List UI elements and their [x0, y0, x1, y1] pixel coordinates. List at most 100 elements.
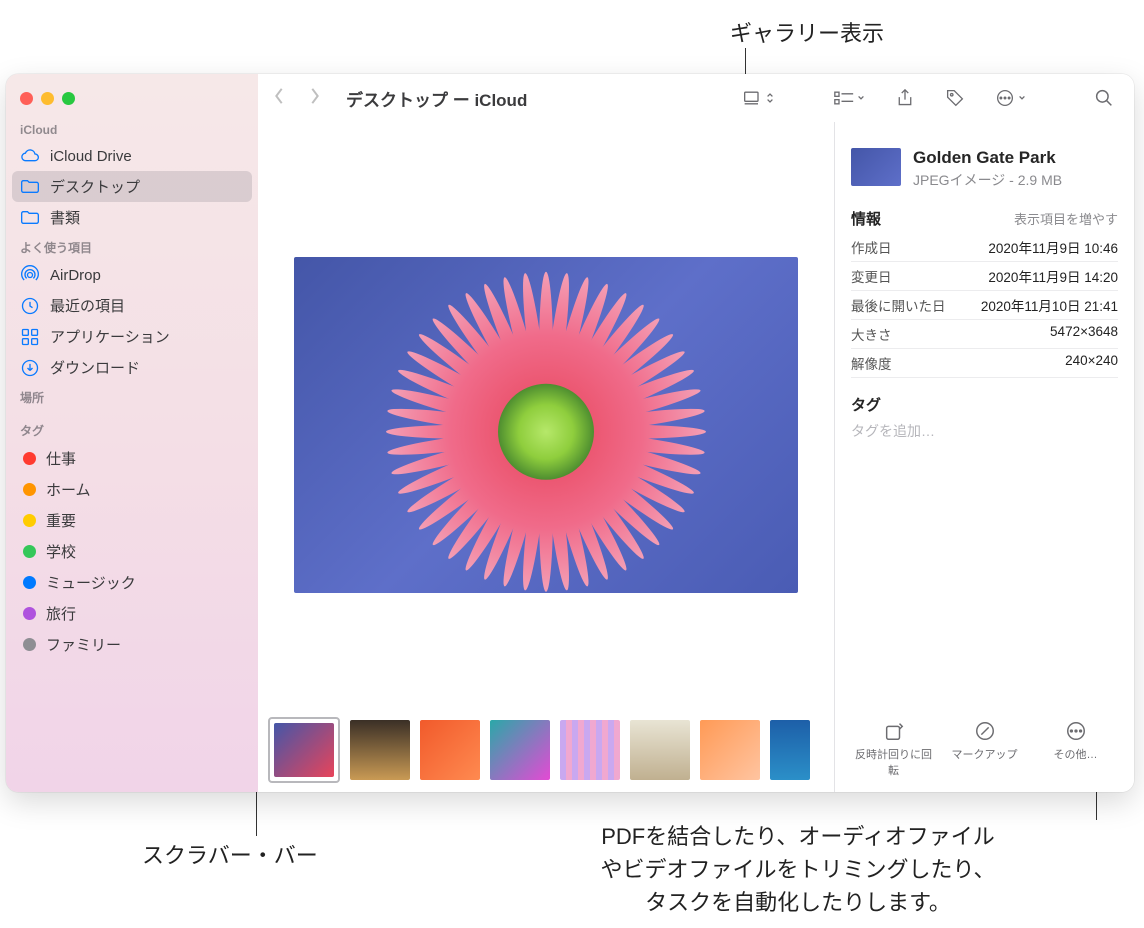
info-heading: 情報 [851, 208, 881, 229]
close-button[interactable] [20, 92, 33, 105]
sidebar-section-tags: タグ [6, 416, 258, 443]
finder-window: iCloud iCloud Drive デスクトップ 書類 よく使う項目 Air… [6, 74, 1134, 792]
thumbnail[interactable] [420, 720, 480, 780]
thumbnail[interactable] [630, 720, 690, 780]
more-actions-button[interactable]: その他… [1033, 720, 1118, 778]
file-subtitle: JPEGイメージ - 2.9 MB [913, 170, 1062, 190]
callout-scrubber-bar: スクラバー・バー [142, 838, 318, 870]
gallery-pane: document.write(Array.from({length:48},(_… [258, 122, 834, 792]
sidebar-tag-home[interactable]: ホーム [6, 474, 258, 505]
tags-heading: タグ [851, 394, 1118, 415]
tag-dot-icon [23, 545, 36, 558]
sidebar-item-label: デスクトップ [50, 176, 140, 197]
tags-button[interactable] [939, 85, 971, 111]
file-title: Golden Gate Park [913, 148, 1062, 168]
info-row-created: 作成日2020年11月9日 10:46 [851, 233, 1118, 262]
flower-graphic: document.write(Array.from({length:48},(_… [376, 262, 716, 593]
sidebar-item-label: ダウンロード [50, 357, 140, 378]
tag-dot-icon [23, 638, 36, 651]
info-row-modified: 変更日2020年11月9日 14:20 [851, 262, 1118, 291]
sidebar-item-icloud-drive[interactable]: iCloud Drive [6, 141, 258, 171]
callout-more-actions: PDFを結合したり、オーディオファイル やビデオファイルをトリミングしたり、 タ… [478, 820, 1118, 919]
thumbnail-selected[interactable] [268, 717, 340, 783]
thumbnail[interactable] [490, 720, 550, 780]
thumbnail[interactable] [560, 720, 620, 780]
sidebar-section-locations: 場所 [6, 383, 258, 410]
sidebar: iCloud iCloud Drive デスクトップ 書類 よく使う項目 Air… [6, 74, 258, 792]
sidebar-item-desktop[interactable]: デスクトップ [12, 171, 252, 202]
airdrop-icon [20, 265, 40, 285]
tag-dot-icon [23, 483, 36, 496]
sidebar-item-label: 最近の項目 [50, 295, 125, 316]
sidebar-tag-travel[interactable]: 旅行 [6, 598, 258, 629]
sidebar-item-label: 旅行 [46, 603, 76, 624]
tag-dot-icon [23, 452, 36, 465]
sidebar-tag-school[interactable]: 学校 [6, 536, 258, 567]
tag-dot-icon [23, 576, 36, 589]
back-button[interactable] [272, 87, 286, 109]
sidebar-item-recents[interactable]: 最近の項目 [6, 290, 258, 321]
info-row-dimensions: 大きさ5472×3648 [851, 320, 1118, 349]
cloud-icon [20, 146, 40, 166]
show-more-button[interactable]: 表示項目を増やす [1014, 209, 1118, 228]
window-title: デスクトップ ー iCloud [346, 86, 527, 111]
thumbnail[interactable] [700, 720, 760, 780]
window-controls [6, 84, 258, 117]
action-label: 反時計回りに回転 [851, 746, 936, 778]
info-row-last-opened: 最後に開いた日2020年11月10日 21:41 [851, 291, 1118, 320]
add-tags-field[interactable]: タグを追加… [851, 421, 1118, 441]
scrubber-bar[interactable] [258, 716, 834, 792]
forward-button[interactable] [308, 87, 322, 109]
sidebar-item-label: 書類 [50, 207, 80, 228]
rotate-ccw-button[interactable]: 反時計回りに回転 [851, 720, 936, 778]
callout-text-line: やビデオファイルをトリミングしたり、 [478, 853, 1118, 886]
callout-gallery-view: ギャラリー表示 [730, 16, 884, 48]
sidebar-item-label: 学校 [46, 541, 76, 562]
folder-icon [20, 177, 40, 197]
apps-icon [20, 327, 40, 347]
sidebar-item-downloads[interactable]: ダウンロード [6, 352, 258, 383]
quick-actions: 反時計回りに回転 マークアップ その他… [851, 712, 1118, 782]
sidebar-item-label: 仕事 [46, 448, 76, 469]
sidebar-item-label: ホーム [46, 479, 91, 500]
clock-icon [20, 296, 40, 316]
sidebar-item-airdrop[interactable]: AirDrop [6, 260, 258, 290]
thumbnail[interactable] [350, 720, 410, 780]
sidebar-item-label: iCloud Drive [50, 148, 132, 165]
sidebar-item-applications[interactable]: アプリケーション [6, 321, 258, 352]
markup-button[interactable]: マークアップ [942, 720, 1027, 778]
sidebar-tag-family[interactable]: ファミリー [6, 629, 258, 660]
sidebar-item-label: アプリケーション [50, 326, 170, 347]
inspector-pane: Golden Gate Park JPEGイメージ - 2.9 MB 情報 表示… [834, 122, 1134, 792]
folder-icon [20, 208, 40, 228]
view-switcher-button[interactable] [737, 85, 780, 111]
info-row-resolution: 解像度240×240 [851, 349, 1118, 378]
tag-dot-icon [23, 607, 36, 620]
preview-area: document.write(Array.from({length:48},(_… [258, 122, 834, 716]
zoom-button[interactable] [62, 92, 75, 105]
sidebar-section-favorites: よく使う項目 [6, 233, 258, 260]
minimize-button[interactable] [41, 92, 54, 105]
share-button[interactable] [889, 85, 921, 111]
sidebar-tag-important[interactable]: 重要 [6, 505, 258, 536]
sidebar-item-documents[interactable]: 書類 [6, 202, 258, 233]
thumbnail[interactable] [770, 720, 810, 780]
main-content: デスクトップ ー iCloud [258, 74, 1134, 792]
content-row: document.write(Array.from({length:48},(_… [258, 122, 1134, 792]
group-button[interactable] [828, 85, 871, 111]
sidebar-item-label: ミュージック [46, 572, 136, 593]
sidebar-tag-work[interactable]: 仕事 [6, 443, 258, 474]
action-menu-button[interactable] [989, 85, 1032, 111]
search-button[interactable] [1088, 85, 1120, 111]
sidebar-tag-music[interactable]: ミュージック [6, 567, 258, 598]
nav-buttons [272, 87, 322, 109]
sidebar-item-label: AirDrop [50, 267, 101, 284]
callout-text-line: PDFを結合したり、オーディオファイル [478, 820, 1118, 853]
action-label: その他… [1054, 746, 1098, 762]
sidebar-item-label: 重要 [46, 510, 76, 531]
sidebar-section-icloud: iCloud [6, 117, 258, 141]
preview-image[interactable]: document.write(Array.from({length:48},(_… [294, 257, 798, 593]
download-icon [20, 358, 40, 378]
sidebar-item-label: ファミリー [46, 634, 121, 655]
inspector-thumbnail [851, 148, 901, 186]
